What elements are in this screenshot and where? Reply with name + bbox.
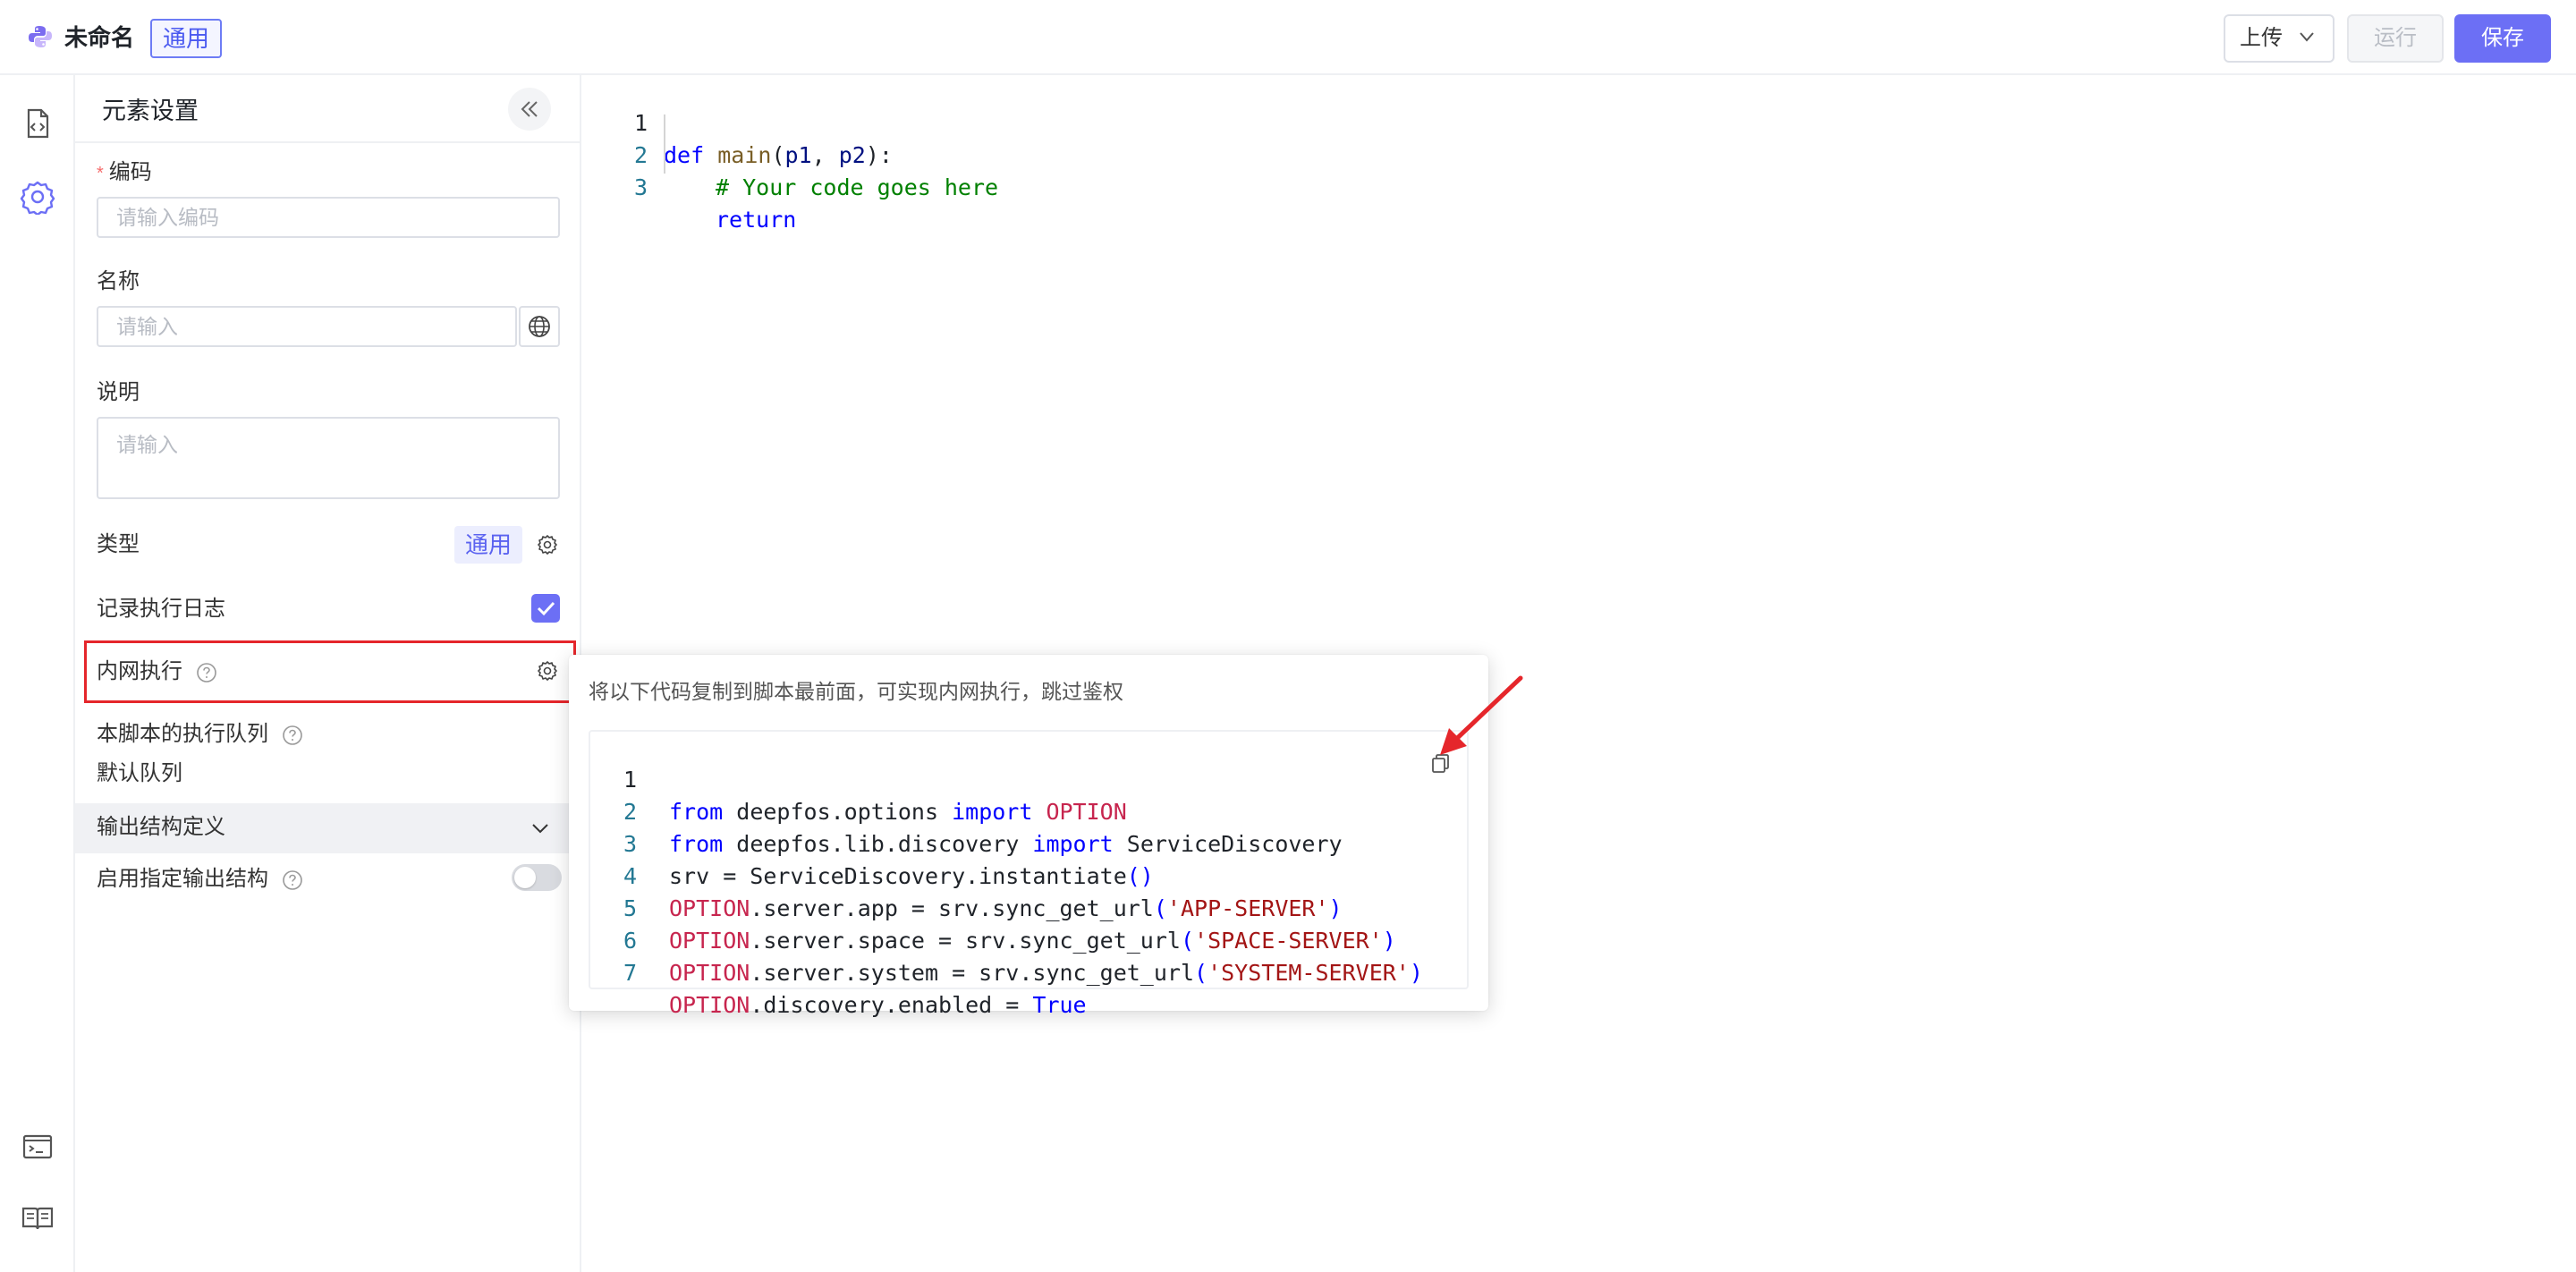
script-type-tag: 通用: [150, 19, 223, 58]
chevron-down-icon: [532, 824, 548, 834]
code-line: 6 OPTION.server.system = srv.sync_get_ur…: [590, 893, 1423, 986]
upload-button[interactable]: 上传: [2224, 14, 2334, 63]
description-field-label: 说明: [97, 380, 140, 404]
line-number: 3: [633, 174, 648, 200]
line-number: 7: [623, 960, 637, 986]
toggle-knob: [514, 867, 536, 888]
queue-field-label: 本脚本的执行队列: [97, 719, 303, 750]
code-line: 7 OPTION.discovery.enabled = True: [590, 925, 1087, 1018]
code-line: 5 OPTION.server.space = srv.sync_get_url…: [590, 861, 1396, 954]
python-logo-icon: [29, 26, 52, 47]
output-toggle-label-text: 启用指定输出结构: [97, 867, 268, 891]
help-icon[interactable]: [196, 662, 217, 683]
line-code: from deepfos.lib.discovery import Servic…: [669, 831, 1343, 857]
popover-code-block[interactable]: 1 from deepfos.options import OPTION 2 f…: [589, 730, 1469, 1018]
type-value-chip[interactable]: 通用: [454, 526, 523, 564]
collapse-panel-button[interactable]: [508, 88, 551, 131]
line-code: OPTION.server.space = srv.sync_get_url('…: [669, 928, 1396, 954]
output-section-title: 输出结构定义: [97, 815, 225, 839]
intranet-settings-gear-icon[interactable]: [537, 660, 558, 682]
queue-label-text: 本脚本的执行队列: [97, 722, 268, 746]
description-textarea[interactable]: 请输入: [97, 417, 560, 499]
code-file-icon[interactable]: [20, 106, 55, 141]
name-field-label: 名称: [97, 269, 140, 293]
help-icon[interactable]: [282, 869, 303, 891]
output-structure-toggle[interactable]: [512, 864, 562, 891]
line-code: OPTION.server.system = srv.sync_get_url(…: [669, 960, 1423, 986]
type-field-label: 类型: [97, 532, 140, 556]
double-chevron-left-icon: [521, 101, 538, 117]
code-line: 2 from deepfos.lib.discovery import Serv…: [590, 764, 1343, 857]
indent-guide: [664, 114, 665, 174]
line-code: # Your code goes here: [716, 174, 999, 200]
log-field-label: 记录执行日志: [97, 597, 225, 621]
code-label-text: 编码: [108, 160, 152, 184]
code-line: 1 from deepfos.options import OPTION: [590, 732, 1127, 825]
code-input[interactable]: 请输入编码: [97, 197, 560, 238]
line-code: srv = ServiceDiscovery.instantiate(): [669, 863, 1154, 889]
checkmark-icon: [537, 601, 555, 616]
top-header: 未命名 通用 上传 运行 保存: [0, 0, 2576, 75]
line-code: OPTION.discovery.enabled = True: [669, 992, 1087, 1018]
intranet-field-label: 内网执行: [97, 657, 217, 687]
editor-line: 2 # Your code goes here: [581, 107, 998, 200]
script-title[interactable]: 未命名: [64, 21, 134, 54]
save-button[interactable]: 保存: [2454, 14, 2551, 63]
intranet-code-popover: 将以下代码复制到脚本最前面，可实现内网执行，跳过鉴权 1 from deepfo…: [569, 655, 1488, 1018]
intranet-label-text: 内网执行: [97, 659, 182, 683]
required-mark: *: [97, 164, 104, 183]
code-line: 3 srv = ServiceDiscovery.instantiate(): [590, 796, 1154, 889]
upload-button-label: 上传: [2240, 26, 2283, 50]
code-field-label: * 编码: [97, 157, 152, 189]
editor-line: 3 return: [581, 140, 796, 233]
panel-divider: [75, 141, 581, 143]
line-code: OPTION.server.app = srv.sync_get_url('AP…: [669, 895, 1343, 921]
output-toggle-label: 启用指定输出结构: [97, 864, 303, 895]
run-button[interactable]: 运行: [2347, 14, 2444, 63]
left-rail: [0, 75, 75, 1272]
translate-button[interactable]: [519, 306, 560, 347]
popover-title: 将以下代码复制到脚本最前面，可实现内网执行，跳过鉴权: [589, 680, 1123, 703]
help-icon[interactable]: [282, 725, 303, 746]
element-settings-panel: 元素设置 * 编码 请输入编码 名称 请输入 说明 请输入 类型 通用 记录执行日…: [75, 75, 581, 1272]
code-line: 4 OPTION.server.app = srv.sync_get_url('…: [590, 828, 1343, 921]
log-checkbox[interactable]: [531, 594, 560, 623]
panel-title: 元素设置: [102, 98, 199, 124]
line-code: from deepfos.options import OPTION: [669, 799, 1127, 825]
book-icon[interactable]: [20, 1200, 55, 1236]
editor-line: 1 def main(p1, p2):: [581, 75, 893, 168]
line-code: def main(p1, p2):: [664, 142, 893, 168]
type-settings-gear-icon[interactable]: [537, 534, 558, 555]
terminal-icon[interactable]: [20, 1129, 55, 1165]
annotation-arrow-icon: [1440, 675, 1523, 755]
output-structure-section[interactable]: 输出结构定义: [75, 803, 581, 853]
globe-icon: [529, 316, 550, 337]
chevron-down-icon: [2300, 32, 2314, 42]
name-input[interactable]: 请输入: [97, 306, 517, 347]
settings-icon[interactable]: [20, 179, 55, 215]
queue-value[interactable]: 默认队列: [97, 759, 182, 789]
line-code: return: [716, 207, 797, 233]
